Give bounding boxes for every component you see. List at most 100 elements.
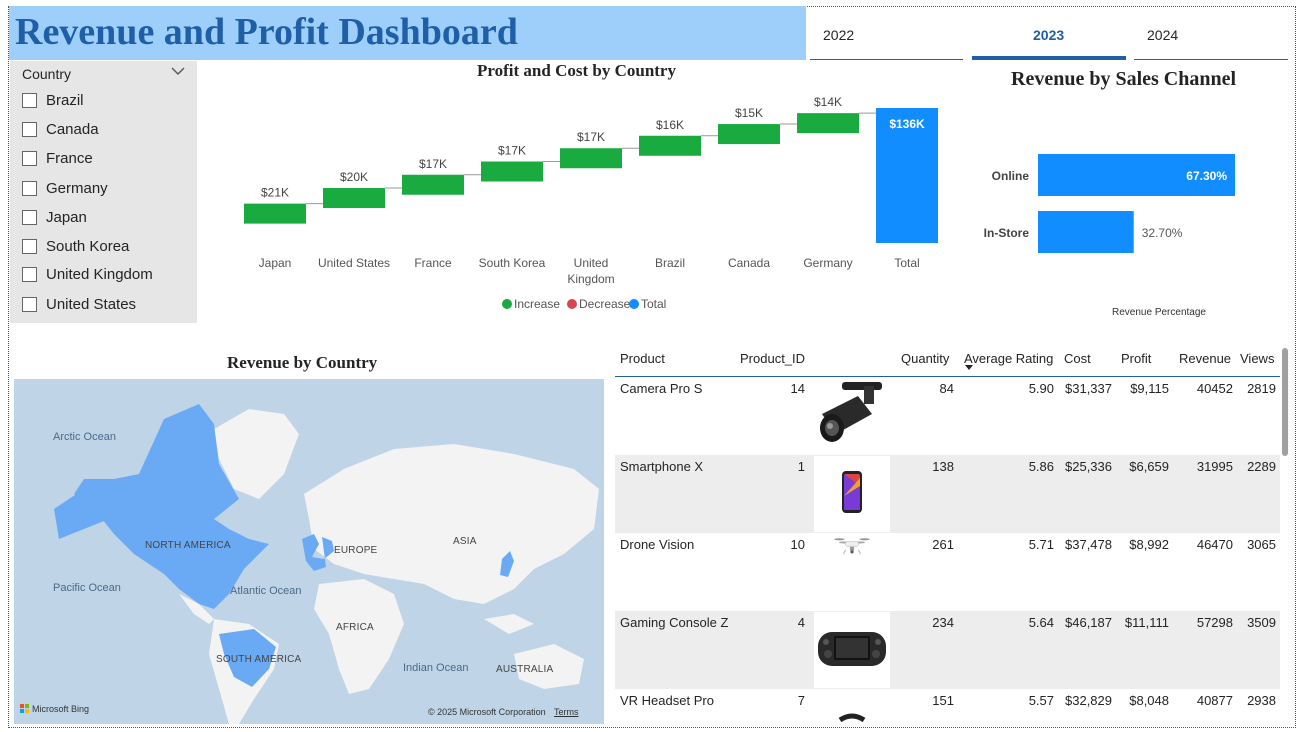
cell-views: 3509 (1247, 615, 1276, 630)
waterfall-bar[interactable] (402, 174, 464, 195)
slicer-item-united-kingdom[interactable]: United Kingdom (22, 263, 153, 285)
header-product-id[interactable]: Product_ID (740, 351, 805, 366)
waterfall-bar[interactable] (560, 148, 622, 169)
legend-label: Decrease (579, 297, 631, 311)
slicer-item-canada[interactable]: Canada (22, 118, 99, 140)
table-row[interactable]: Gaming Console Z 4 234 5.64 $46,187 $11,111 57… (615, 611, 1280, 689)
chevron-down-icon[interactable] (171, 65, 185, 77)
checkbox[interactable] (22, 92, 37, 108)
map-label-arctic: Arctic Ocean (53, 431, 116, 443)
cell-revenue: 40877 (1196, 693, 1233, 708)
waterfall-bar[interactable] (244, 203, 306, 224)
slicer-item-japan[interactable]: Japan (22, 206, 87, 228)
terms-link[interactable]: Terms (554, 707, 579, 717)
checkbox[interactable] (22, 209, 37, 225)
map-label-europe: EUROPE (334, 545, 378, 556)
waterfall-bar[interactable] (323, 188, 385, 209)
map-label-south-america: SOUTH AMERICA (216, 654, 302, 665)
map-title: Revenue by Country (227, 353, 378, 372)
channel-title: Revenue by Sales Channel (1011, 68, 1237, 90)
map-label-pacific: Pacific Ocean (53, 582, 121, 594)
country-slicer: Country Brazil Canada France Germany Jap… (10, 61, 197, 323)
header-average-rating[interactable]: Average Rating (964, 351, 1053, 366)
eurasia-shape (304, 444, 599, 604)
slicer-item-france[interactable]: France (22, 147, 93, 169)
checkbox[interactable] (22, 150, 37, 166)
cell-revenue: 40452 (1196, 381, 1233, 396)
waterfall-chart: $21K Japan $20K United States $17K France $17K… (244, 95, 938, 311)
cell-cost: $31,337 (1065, 381, 1112, 396)
cell-rating: 5.71 (1028, 537, 1054, 552)
waterfall-category-label: United States (318, 256, 390, 270)
waterfall-data-label: $17K (419, 157, 447, 171)
product-table: Product Product_ID Quantity Average Rati… (615, 346, 1282, 726)
table-row[interactable]: VR Headset Pro 7 151 5.57 $32,829 $8,048 40877… (615, 689, 1280, 726)
cell-revenue: 31995 (1196, 459, 1233, 474)
cell-profit: $11,111 (1124, 615, 1169, 630)
waterfall-bar[interactable] (481, 161, 543, 182)
slicer-item-brazil[interactable]: Brazil (22, 89, 84, 111)
header-quantity[interactable]: Quantity (901, 351, 949, 366)
table-row[interactable]: Camera Pro S 14 84 5.90 $31,337 $9,115 40452 28… (615, 377, 1280, 455)
checkbox[interactable] (22, 296, 37, 312)
channel-category-label: In-Store (984, 226, 1030, 240)
map-label-north-america: NORTH AMERICA (145, 540, 231, 551)
header-profit[interactable]: Profit (1121, 351, 1151, 366)
tab-label: 2024 (1147, 27, 1179, 43)
waterfall-bar[interactable] (797, 113, 859, 134)
table-row[interactable]: Smartphone X 1 138 5.86 $25,336 $6,659 31995 22… (615, 455, 1280, 533)
slicer-item-label: South Korea (46, 237, 130, 255)
map-label-africa: AFRICA (336, 622, 374, 633)
cell-quantity: 84 (939, 381, 954, 396)
header-cost[interactable]: Cost (1064, 351, 1091, 366)
tab-2024[interactable]: 2024 (1147, 22, 1207, 60)
table-row[interactable]: Drone Vision 10 261 5.71 $37,478 $8,992 46470 3… (615, 533, 1280, 611)
page-title: Revenue and Profit Dashboard (15, 11, 518, 53)
header-product[interactable]: Product (620, 351, 665, 366)
tab-2022[interactable]: 2022 (823, 22, 883, 60)
cell-rating: 5.90 (1028, 381, 1054, 396)
slicer-title: Country (22, 66, 72, 82)
slicer-item-united-states[interactable]: United States (22, 293, 136, 315)
slicer-item-label: Germany (46, 179, 108, 197)
waterfall-data-label: $16K (656, 118, 684, 132)
waterfall-bar[interactable] (718, 124, 780, 145)
cell-product: Camera Pro S (620, 381, 703, 396)
waterfall-category-label: South Korea (479, 256, 546, 270)
legend-label: Increase (514, 297, 560, 311)
slicer-item-south-korea[interactable]: South Korea (22, 235, 129, 257)
checkbox[interactable] (22, 121, 37, 137)
header-revenue[interactable]: Revenue (1179, 351, 1231, 366)
checkbox[interactable] (22, 238, 37, 254)
cell-quantity: 138 (932, 459, 954, 474)
headset-icon (814, 690, 890, 726)
header-views[interactable]: Views (1240, 351, 1274, 366)
table-scrollbar-thumb[interactable] (1282, 348, 1288, 456)
checkbox[interactable] (22, 180, 37, 196)
cell-product-id: 4 (797, 615, 805, 630)
title-banner: Revenue and Profit Dashboard (9, 6, 806, 60)
cell-product-id: 14 (790, 381, 805, 396)
cell-rating: 5.57 (1028, 693, 1054, 708)
waterfall-data-label: $136K (889, 117, 925, 131)
revenue-map[interactable]: Arctic Ocean NORTH AMERICA EUROPE ASIA P… (14, 379, 604, 724)
slicer-item-label: Brazil (46, 91, 84, 109)
waterfall-data-label: $14K (814, 95, 842, 109)
cell-profit: $6,659 (1129, 459, 1169, 474)
waterfall-bar[interactable] (639, 135, 701, 156)
cell-product-id: 10 (790, 537, 805, 552)
alaska-shape (54, 489, 109, 539)
checkbox[interactable] (22, 266, 37, 282)
channel-bar[interactable] (1038, 211, 1134, 253)
map-label-australia: AUSTRALIA (496, 664, 554, 675)
tab-2023[interactable]: 2023 (1033, 22, 1093, 60)
cell-revenue: 46470 (1196, 537, 1233, 552)
tab-underline-active (972, 56, 1126, 60)
cell-profit: $8,048 (1129, 693, 1169, 708)
slicer-item-germany[interactable]: Germany (22, 177, 108, 199)
channel-data-label: 32.70% (1142, 226, 1183, 240)
bing-credit: Microsoft Bing (32, 704, 90, 714)
cell-profit: $8,992 (1129, 537, 1169, 552)
waterfall-category-label: Japan (259, 256, 292, 270)
cell-cost: $37,478 (1065, 537, 1112, 552)
